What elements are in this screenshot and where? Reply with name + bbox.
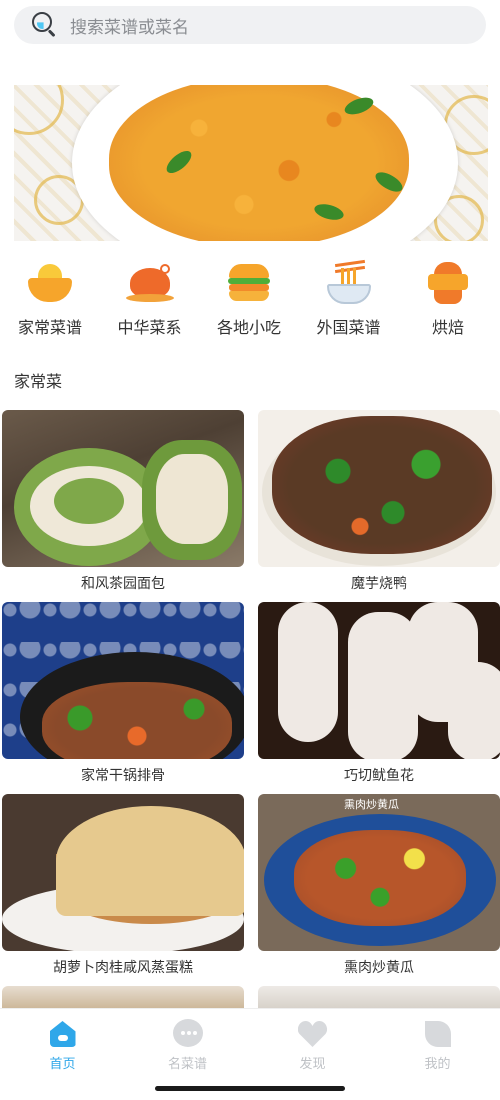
recipe-title[interactable]: 家常干锅排骨 <box>2 759 244 794</box>
nav-label: 名菜谱 <box>167 1057 207 1072</box>
recipe-image[interactable]: 熏肉炒黄瓜 <box>258 794 500 951</box>
recipe-title[interactable]: 熏肉炒黄瓜 <box>258 951 500 986</box>
banner-image[interactable] <box>14 85 488 241</box>
chat-bubble-icon <box>172 1019 203 1049</box>
recipe-card[interactable]: 熏肉炒黄瓜 熏肉炒黄瓜 <box>258 794 500 986</box>
category-label: 中华菜系 <box>117 318 182 337</box>
cupcake-icon <box>424 260 472 306</box>
category-label: 家常菜谱 <box>17 318 82 337</box>
nav-label: 发现 <box>299 1057 326 1072</box>
nav-item-me[interactable]: 我的 <box>393 1019 483 1100</box>
recipe-card[interactable]: 和风茶园面包 <box>2 410 244 602</box>
recipe-title[interactable]: 魔芋烧鸭 <box>258 567 500 602</box>
roast-chicken-icon <box>125 260 174 306</box>
leaf-icon <box>423 1019 453 1049</box>
recipe-image[interactable] <box>258 602 500 759</box>
recipe-image[interactable] <box>2 410 244 567</box>
search-input[interactable]: 搜索菜谱或菜名 <box>70 13 189 38</box>
category-label: 外国菜谱 <box>316 318 381 337</box>
category-label: 各地小吃 <box>216 318 281 337</box>
noodle-bowl-icon <box>325 259 373 306</box>
nav-label: 我的 <box>424 1057 451 1072</box>
category-home-cooking[interactable]: 家常菜谱 <box>8 260 92 342</box>
recipe-title[interactable]: 巧切鱿鱼花 <box>258 759 500 794</box>
home-icon <box>48 1019 78 1049</box>
category-local-snacks[interactable]: 各地小吃 <box>207 260 291 342</box>
recipe-card[interactable]: 家常干锅排骨 <box>2 602 244 794</box>
recipe-image-partial[interactable] <box>258 986 500 1008</box>
category-foreign-recipes[interactable]: 外国菜谱 <box>307 259 391 342</box>
category-baking[interactable]: 烘焙 <box>406 260 490 342</box>
category-chinese-cuisine[interactable]: 中华菜系 <box>108 260 192 342</box>
burger-icon <box>225 260 273 306</box>
search-bar[interactable]: 搜索菜谱或菜名 <box>14 6 486 44</box>
recipe-title[interactable]: 胡萝卜肉桂咸风蒸蛋糕 <box>2 951 244 986</box>
section-title: 家常菜 <box>14 372 63 391</box>
nav-label: 首页 <box>49 1057 76 1072</box>
recipe-grid: 和风茶园面包 魔芋烧鸭 家常干锅排骨 巧切鱿鱼花 胡萝卜肉桂咸风蒸蛋糕 熏肉炒黄… <box>2 410 500 986</box>
recipe-title[interactable]: 和风茶园面包 <box>2 567 244 602</box>
search-icon <box>32 12 58 38</box>
recipe-card[interactable]: 胡萝卜肉桂咸风蒸蛋糕 <box>2 794 244 986</box>
recipe-card[interactable]: 巧切鱿鱼花 <box>258 602 500 794</box>
category-label: 烘焙 <box>431 318 464 337</box>
bowl-icon <box>26 260 74 306</box>
recipe-image-partial[interactable] <box>2 986 244 1008</box>
recipe-card[interactable]: 魔芋烧鸭 <box>258 410 500 602</box>
recipe-image[interactable] <box>2 602 244 759</box>
recipe-image[interactable] <box>258 410 500 567</box>
image-watermark: 熏肉炒黄瓜 <box>344 798 399 811</box>
category-row: 家常菜谱 中华菜系 各地小吃 外国菜谱 烘焙 <box>0 259 500 342</box>
home-indicator <box>155 1086 345 1091</box>
recipe-image[interactable] <box>2 794 244 951</box>
heart-icon <box>298 1019 328 1049</box>
nav-item-home[interactable]: 首页 <box>18 1019 108 1100</box>
